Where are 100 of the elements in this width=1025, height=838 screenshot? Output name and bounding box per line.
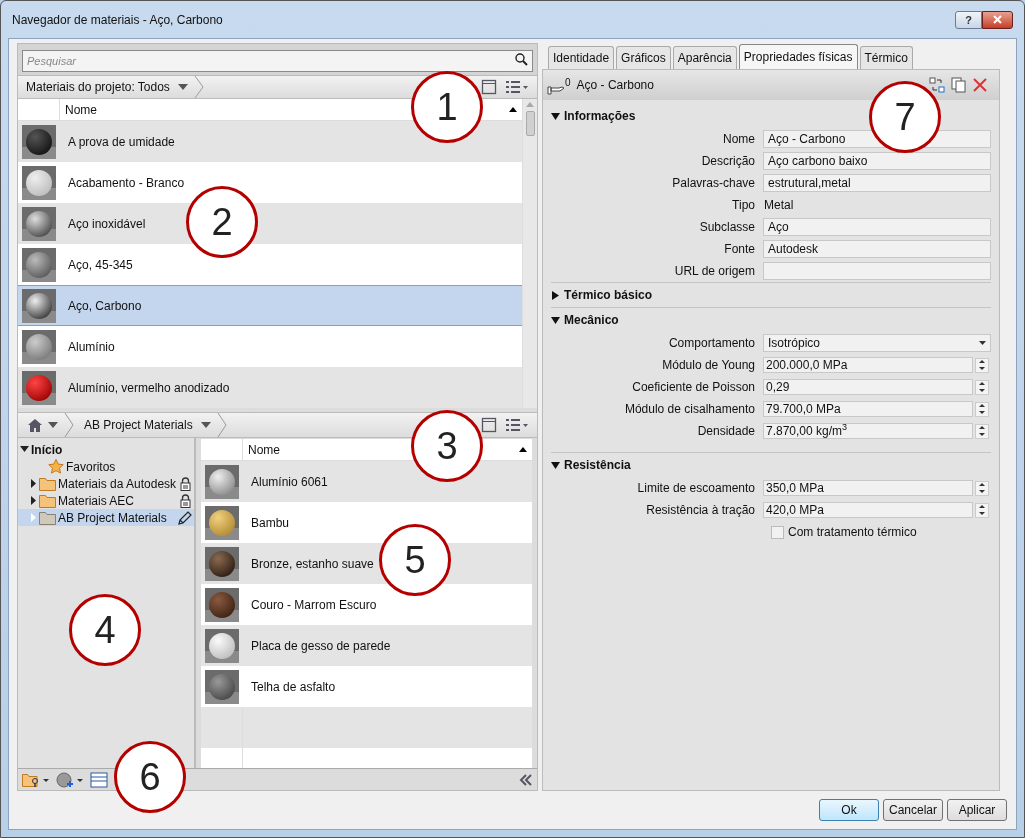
close-icon[interactable] [993,15,1002,24]
tab[interactable]: Identidade [548,46,615,69]
search-icon[interactable] [515,53,528,66]
material-row[interactable]: A prova de umidade [18,121,522,162]
collapsed-arrow-icon[interactable] [29,496,38,505]
breadcrumb-separator [216,413,227,437]
property-label: URL de origem [673,263,756,280]
up-arrow-icon[interactable] [979,382,985,386]
numeric-field[interactable]: 200.000,0 MPa [763,357,973,373]
dialog-button[interactable]: Cancelar [883,799,943,821]
expanded-arrow-icon[interactable] [20,445,29,454]
text-field[interactable]: Autodesk [763,240,991,258]
text-field[interactable] [763,262,991,280]
down-arrow-icon[interactable] [979,511,985,515]
numeric-field[interactable]: 420,0 MPa [763,502,973,518]
dropdown-caret-icon[interactable] [979,341,986,345]
up-arrow-icon[interactable] [979,505,985,509]
collapsed-arrow-icon[interactable] [551,290,560,300]
close-button[interactable] [982,10,1013,29]
tab[interactable]: Térmico [859,46,913,69]
section-header[interactable]: Térmico básico [564,286,653,304]
breadcrumb-dropdown[interactable]: AB Project Materials [74,416,211,434]
numeric-field[interactable]: 7.870,00 kg/m$^{3}$ [763,423,973,439]
spinner-buttons[interactable] [975,379,989,395]
home-icon[interactable] [28,418,42,432]
dropdown-caret-icon[interactable] [200,422,211,428]
tab[interactable]: Aparência [672,46,737,69]
scrollbar-thumb[interactable] [525,111,535,136]
material-name: Alumínio [67,338,115,356]
dropdown-field[interactable]: Isotrópico [763,334,991,352]
up-arrow-icon[interactable] [979,483,985,487]
scrollbar[interactable] [522,99,537,408]
spinner-buttons[interactable] [975,401,989,417]
delete-icon[interactable] [973,78,987,92]
text-field[interactable]: Aço carbono baixo [763,152,991,170]
spinner-buttons[interactable] [975,423,989,439]
material-item[interactable]: Couro - Marrom Escuro [247,595,381,614]
expanded-arrow-icon[interactable] [551,460,560,470]
up-arrow-icon[interactable] [979,360,985,364]
expanded-arrow-icon[interactable] [551,315,560,325]
material-item[interactable]: Bambu [247,513,294,532]
tree-item[interactable]: Materiais da Autodesk [18,475,194,492]
dialog-button[interactable]: Ok [819,799,879,821]
checkbox[interactable] [771,525,784,539]
swap-icon[interactable] [929,77,945,93]
down-arrow-icon[interactable] [979,388,985,392]
material-item[interactable]: Bronze, estanho suave [247,554,378,573]
spinner-buttons[interactable] [975,480,989,496]
copy-icon[interactable] [951,77,967,93]
pencil-icon[interactable] [178,510,192,525]
column-header[interactable]: Nome [65,100,97,119]
material-name: Acabamento - Branco [67,174,185,192]
list-view-icon[interactable] [505,417,529,433]
sort-ascending-icon[interactable] [519,447,527,452]
material-row[interactable]: Aço, Carbono [18,285,522,326]
property-label: Nome [722,131,756,148]
sort-ascending-icon[interactable] [509,107,517,112]
section-header[interactable]: Informações [564,107,636,125]
tab[interactable]: Propriedades físicas [738,44,858,69]
column-header[interactable]: Nome [248,440,280,459]
user-count: 0 [565,76,571,90]
material-row[interactable]: Alumínio, vermelho anodizado [18,367,522,408]
folder-wrench-icon[interactable] [22,771,50,788]
panel-layout-icon[interactable] [90,771,108,788]
list-view-icon[interactable] [505,79,529,95]
section-header[interactable]: Resistência [564,456,631,474]
spinner-buttons[interactable] [975,502,989,518]
section-header[interactable]: Mecânico [564,311,619,329]
numeric-field[interactable]: 79.700,0 MPa [763,401,973,417]
search-field[interactable]: Pesquisar [22,50,533,72]
down-arrow-icon[interactable] [979,432,985,436]
spinner-buttons[interactable] [975,357,989,373]
add-material-icon[interactable] [56,771,84,788]
tree-item[interactable]: Materiais AEC [18,492,194,509]
dialog-button[interactable]: Aplicar [947,799,1007,821]
panel-icon[interactable] [481,79,497,95]
text-field[interactable]: Aço [763,218,991,236]
dropdown-caret-icon[interactable] [177,84,188,90]
material-name: Aço, 45-345 [67,256,133,274]
expanded-arrow-icon[interactable] [551,111,560,121]
down-arrow-icon[interactable] [979,366,985,370]
tree-item[interactable]: Início [18,441,194,458]
up-arrow-icon[interactable] [979,404,985,408]
panel-icon[interactable] [481,417,497,433]
collapsed-arrow-icon[interactable] [29,479,38,488]
property-label: Módulo de Young [661,357,756,374]
material-item[interactable]: Alumínio 6061 [247,472,332,491]
up-arrow-icon[interactable] [979,426,985,430]
numeric-field[interactable]: 0,29 [763,379,973,395]
numeric-field[interactable]: 350,0 MPa [763,480,973,496]
text-field[interactable]: estrutural,metal [763,174,991,192]
dropdown-caret-icon[interactable] [48,422,58,428]
help-button[interactable]: ? [955,10,982,29]
material-item[interactable]: Telha de asfalto [247,677,340,696]
down-arrow-icon[interactable] [979,410,985,414]
collapse-icon[interactable] [519,773,533,786]
tree-item[interactable]: Favoritos [18,458,194,475]
down-arrow-icon[interactable] [979,489,985,493]
tab[interactable]: Gráficos [616,46,671,69]
tree-item[interactable]: AB Project Materials [18,509,194,526]
